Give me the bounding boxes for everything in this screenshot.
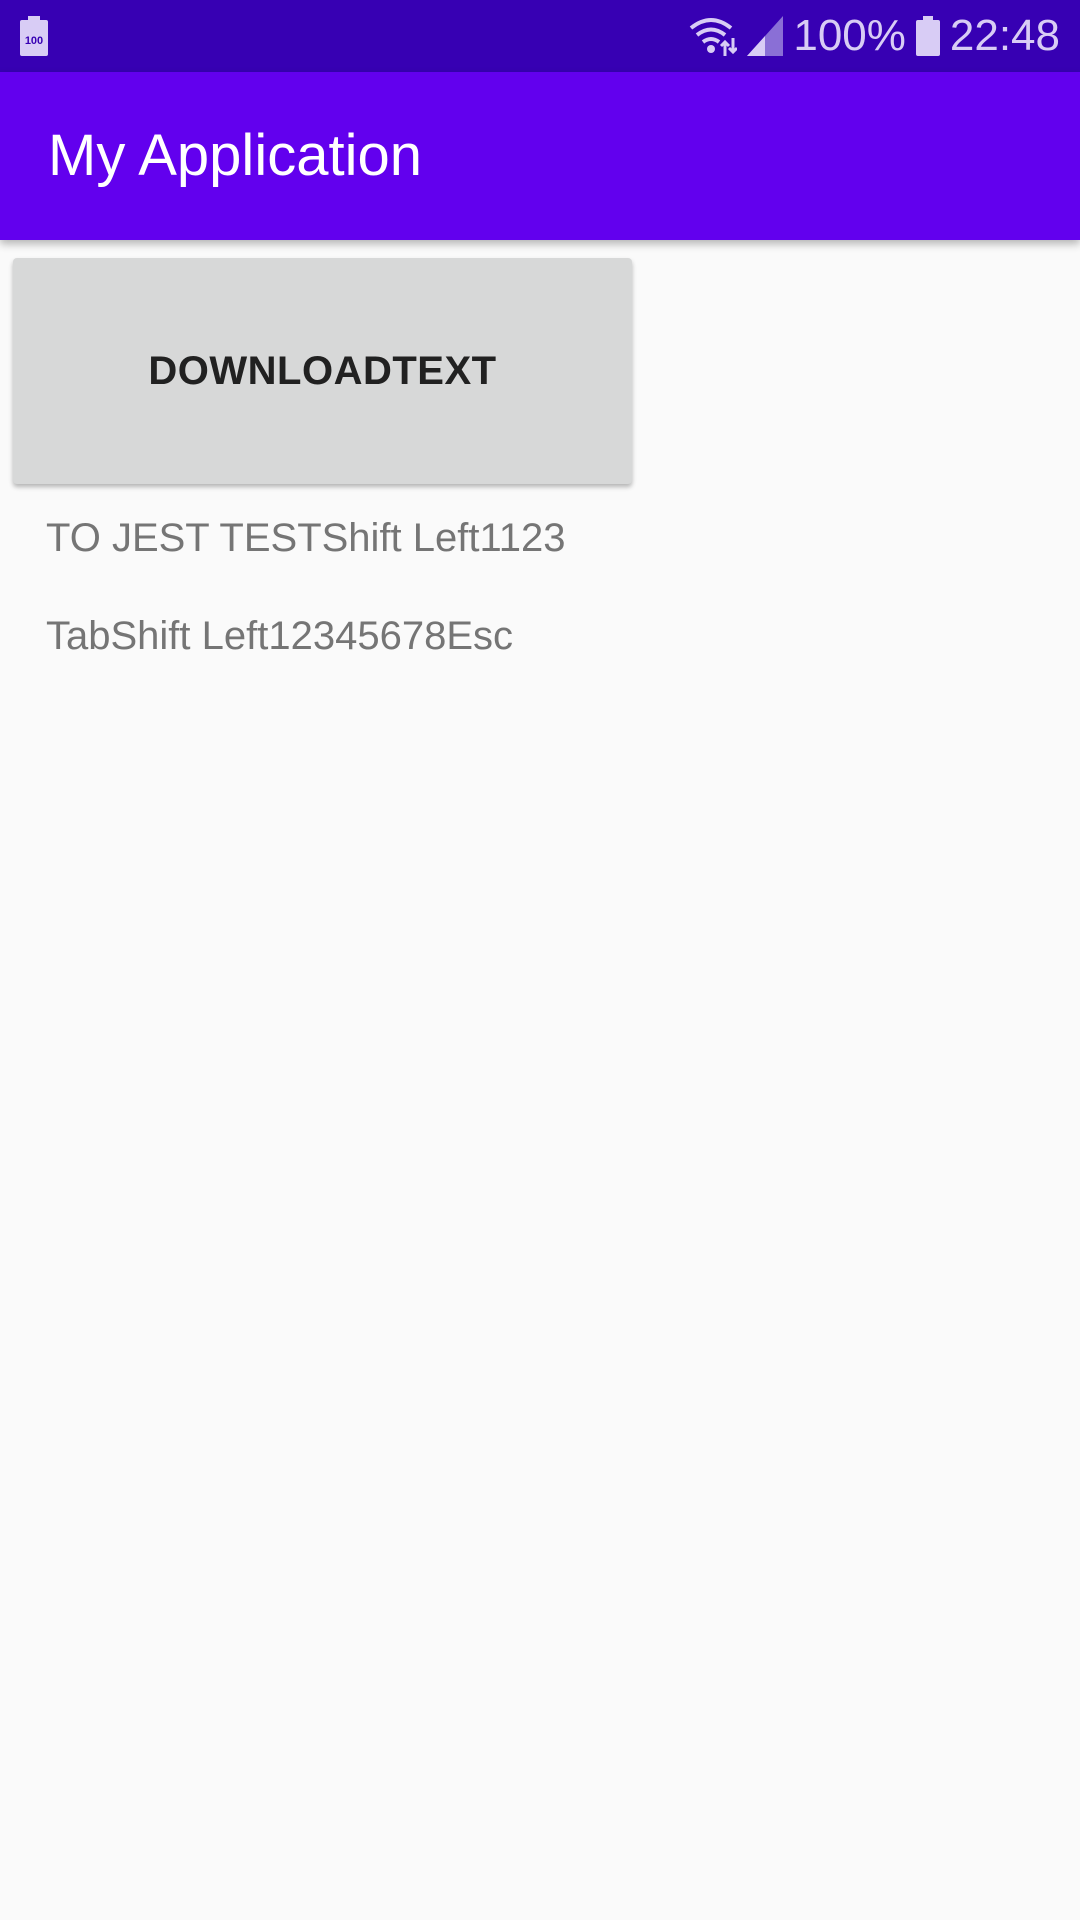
page-title: My Application <box>48 123 422 188</box>
signal-icon <box>747 16 784 56</box>
battery-percent: 100% <box>793 11 906 60</box>
battery-notification-icon: 100 <box>20 16 48 56</box>
battery-notification-label: 100 <box>25 35 43 47</box>
output-text-line-1: TO JEST TESTShift Left1123 <box>46 516 566 560</box>
status-bar: 100 100% 22:48 <box>0 0 1080 72</box>
clock: 22:48 <box>949 11 1060 60</box>
output-text-line-2: TabShift Left12345678Esc <box>46 614 514 658</box>
wifi-icon <box>689 16 738 56</box>
app-bar: My Application <box>0 72 1080 240</box>
battery-icon <box>915 16 940 56</box>
download-text-button[interactable]: DOWNLOADTEXT <box>13 258 632 484</box>
